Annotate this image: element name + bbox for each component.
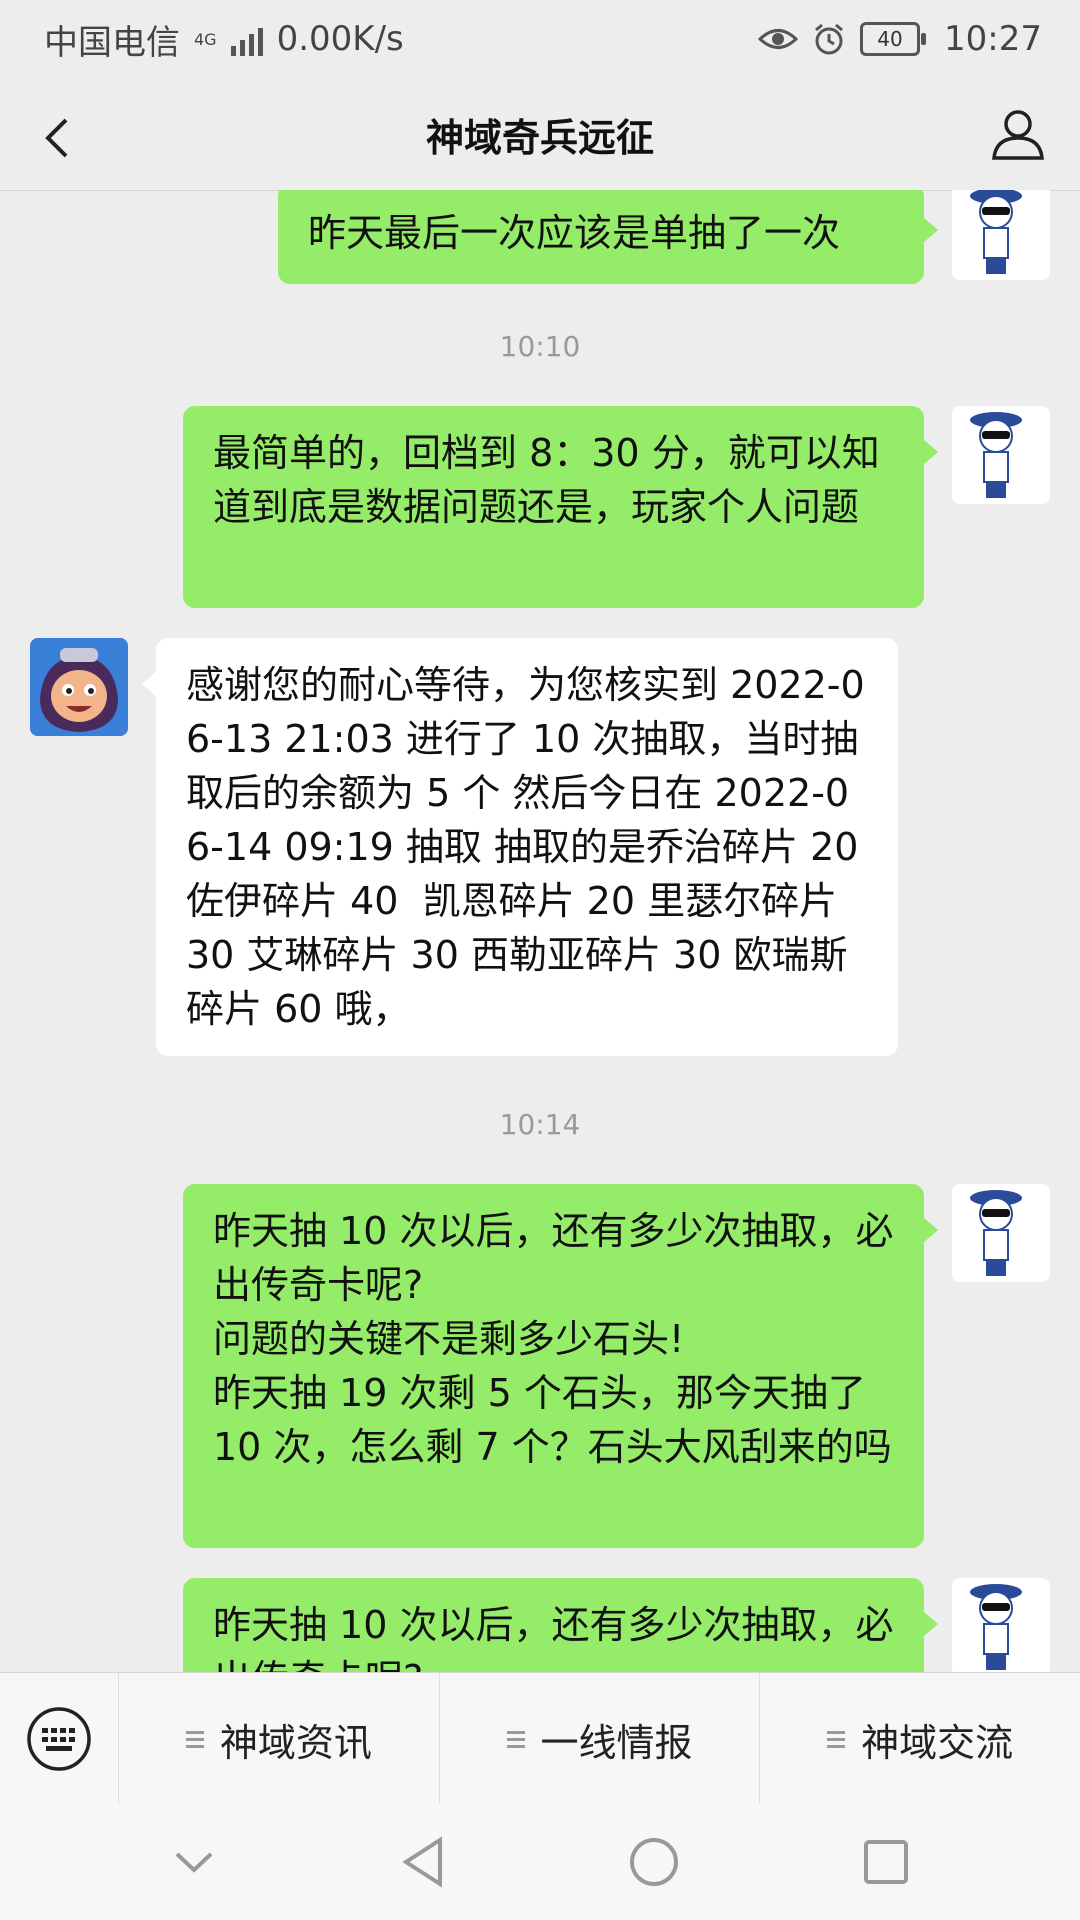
menu-list-icon [506, 1730, 525, 1748]
menu-list-icon [827, 1730, 846, 1748]
message-bubble-received[interactable]: 感谢您的耐心等待，为您核实到 2022-06-13 21:03 进行了 10 次… [142, 638, 898, 1056]
game-character-icon [30, 638, 128, 736]
signal-icon [230, 22, 263, 56]
message-text: 昨天抽 10 次以后，还有多少次抽取，必出传奇卡呢? 问题的关键不是剩多少石头!… [213, 1209, 894, 1469]
chat-title: 神域奇兵远征 [425, 115, 654, 160]
message-text: 昨天最后一次应该是单抽了一次 [308, 211, 841, 255]
network-type: 4G [194, 29, 217, 49]
message-bubble-sent[interactable]: 最简单的，回档到 8：30 分，就可以知道到底是数据问题还是，玩家个人问题 [183, 406, 938, 608]
status-bar: 中国电信 4G 0.00K/s 40 10:27 [0, 0, 1080, 78]
status-right: 40 10:27 [758, 19, 1042, 59]
message-text: 昨天抽 10 次以后，还有多少次抽取，必出传奇卡呢? [213, 1603, 894, 1672]
battery-icon: 40 [860, 22, 927, 56]
menu-item-label: 神域交流 [861, 1720, 1014, 1765]
message-bubble-sent[interactable]: 昨天抽 10 次以后，还有多少次抽取，必出传奇卡呢? [183, 1578, 938, 1672]
menu-item-label: 神域资讯 [219, 1720, 372, 1765]
message-bubble-sent[interactable]: 昨天最后一次应该是单抽了一次 [278, 190, 938, 284]
message-text: 最简单的，回档到 8：30 分，就可以知道到底是数据问题还是，玩家个人问题 [213, 431, 880, 529]
message-bubble-sent[interactable]: 昨天抽 10 次以后，还有多少次抽取，必出传奇卡呢? 问题的关键不是剩多少石头!… [183, 1184, 938, 1548]
message-text: 感谢您的耐心等待，为您核实到 2022-06-13 21:03 进行了 10 次… [186, 663, 883, 1031]
avatar-cartoon-icon [952, 190, 1050, 280]
my-avatar[interactable] [952, 406, 1050, 504]
menu-item-community[interactable]: 神域交流 [760, 1673, 1080, 1805]
my-avatar[interactable] [952, 1184, 1050, 1282]
status-left: 中国电信 4G 0.00K/s [44, 15, 404, 64]
keyboard-toggle-button[interactable] [0, 1673, 119, 1805]
network-speed: 0.00K/s [276, 19, 404, 59]
system-navigation-bar [0, 1804, 1080, 1920]
eye-icon [758, 29, 799, 49]
menu-list-icon [185, 1730, 204, 1748]
alarm-icon [815, 23, 843, 55]
clock: 10:27 [944, 19, 1042, 59]
my-avatar[interactable] [952, 1578, 1050, 1672]
game-avatar[interactable] [30, 638, 128, 736]
timestamp: 10:10 [499, 330, 581, 363]
menu-item-intel[interactable]: 一线情报 [440, 1673, 761, 1805]
chat-area[interactable]: 昨天最后一次应该是单抽了一次 10:10 最简单的，回档到 8：30 分，就可以… [0, 190, 1080, 1672]
timestamp: 10:14 [499, 1108, 581, 1141]
back-icon[interactable] [30, 108, 90, 168]
avatar-cartoon-icon [952, 406, 1050, 504]
avatar-cartoon-icon [952, 1184, 1050, 1282]
my-avatar[interactable] [952, 190, 1050, 280]
menu-item-news[interactable]: 神域资讯 [119, 1673, 440, 1805]
back-triangle-icon[interactable] [398, 1834, 448, 1890]
battery-level: 40 [877, 27, 903, 51]
official-account-menu: 神域资讯 一线情报 神域交流 [0, 1672, 1080, 1805]
keyboard-icon [27, 1707, 91, 1771]
avatar-cartoon-icon [952, 1578, 1050, 1672]
profile-icon[interactable] [990, 106, 1046, 162]
recents-square-icon[interactable] [861, 1837, 911, 1887]
menu-item-label: 一线情报 [540, 1720, 693, 1765]
chat-header: 神域奇兵远征 [0, 78, 1080, 191]
collapse-chevron-icon[interactable] [169, 1842, 219, 1882]
carrier-label: 中国电信 [44, 22, 180, 63]
home-circle-icon[interactable] [626, 1834, 682, 1890]
